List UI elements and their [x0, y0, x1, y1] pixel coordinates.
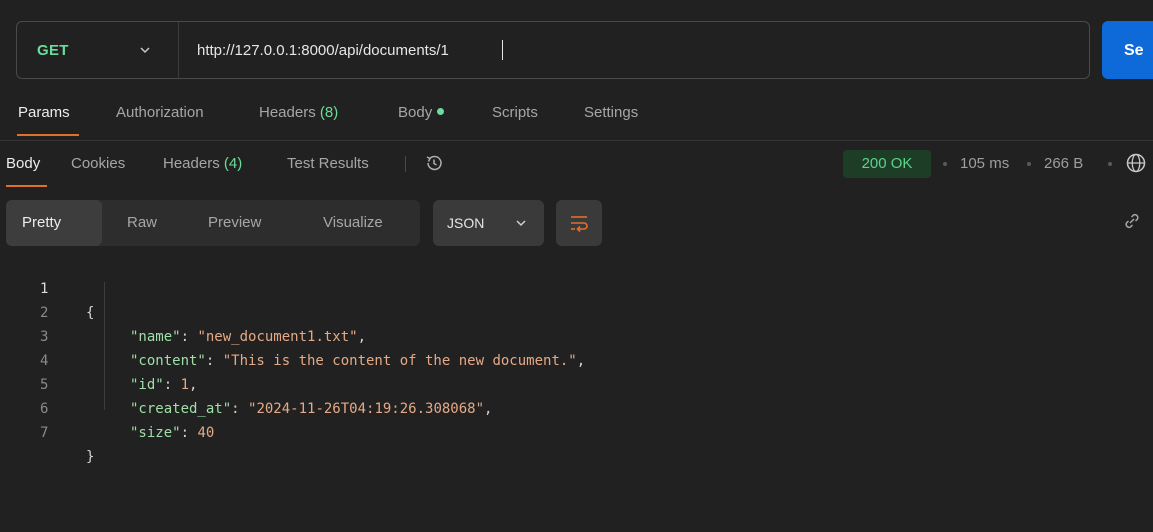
response-time[interactable]: 105 ms: [960, 155, 1009, 172]
response-headers-count: (4): [223, 155, 243, 172]
separator-dot: [1108, 162, 1112, 166]
headers-count: (8): [319, 104, 339, 121]
view-visualize[interactable]: Visualize: [323, 200, 383, 246]
url-input[interactable]: [179, 21, 1089, 79]
response-tab-test-results[interactable]: Test Results: [287, 155, 369, 172]
code-line: 1 {: [0, 253, 1153, 321]
code-line: 7 }: [0, 397, 1153, 465]
response-tab-headers[interactable]: Headers (4): [163, 155, 242, 172]
response-tab-body[interactable]: Body: [6, 155, 40, 172]
response-size[interactable]: 266 B: [1044, 155, 1083, 172]
view-mode-toolbar: Pretty Raw Preview Visualize: [6, 200, 420, 246]
tab-settings[interactable]: Settings: [584, 104, 638, 121]
response-active-tab-indicator: [6, 185, 47, 187]
separator: [405, 156, 406, 172]
tab-scripts[interactable]: Scripts: [492, 104, 538, 121]
tab-authorization[interactable]: Authorization: [116, 104, 204, 121]
url-bar: GET: [16, 21, 1090, 79]
wrap-lines-icon: [571, 216, 588, 233]
separator-dot: [1027, 162, 1031, 166]
wrap-lines-button[interactable]: [556, 200, 602, 246]
view-preview[interactable]: Preview: [208, 200, 261, 246]
tab-headers[interactable]: Headers (8): [259, 104, 338, 121]
tab-params[interactable]: Params: [18, 104, 70, 121]
code-line: 3 "content": "This is the content of the…: [0, 301, 1153, 369]
code-line: 4 "id": 1,: [0, 325, 1153, 393]
method-select[interactable]: GET: [17, 22, 179, 78]
view-pretty[interactable]: Pretty: [6, 200, 102, 246]
response-tab-cookies[interactable]: Cookies: [71, 155, 125, 172]
format-select-label: JSON: [447, 215, 485, 231]
send-button[interactable]: Se: [1102, 21, 1153, 79]
tab-body-label: Body: [398, 104, 433, 121]
format-select[interactable]: JSON: [433, 200, 544, 246]
tab-headers-label: Headers: [259, 104, 316, 121]
history-icon[interactable]: [423, 152, 445, 174]
separator-dot: [943, 162, 947, 166]
json-key: "size": [130, 425, 181, 441]
tab-body[interactable]: Body: [398, 104, 445, 121]
link-icon[interactable]: [1121, 210, 1143, 232]
close-brace: }: [86, 449, 95, 465]
view-raw[interactable]: Raw: [127, 200, 157, 246]
method-label: GET: [37, 41, 69, 59]
request-tabs: Params Authorization Headers (8) Body Sc…: [0, 104, 1153, 140]
json-value: 40: [197, 425, 215, 441]
divider: [0, 140, 1153, 141]
globe-icon[interactable]: [1125, 152, 1147, 174]
code-line: 5 "created_at": "2024-11-26T04:19:26.308…: [0, 349, 1153, 417]
body-indicator-dot: [437, 108, 445, 115]
status-badge[interactable]: 200 OK: [843, 150, 931, 178]
text-caret: [502, 40, 503, 60]
code-line: 6 "size": 40: [0, 373, 1153, 441]
response-tab-headers-label: Headers: [163, 155, 220, 172]
line-number: 7: [40, 425, 49, 441]
chevron-down-icon: [140, 47, 150, 54]
chevron-down-icon: [516, 220, 526, 227]
code-line: 2 "name": "new_document1.txt",: [0, 277, 1153, 345]
active-tab-indicator: [17, 134, 79, 136]
